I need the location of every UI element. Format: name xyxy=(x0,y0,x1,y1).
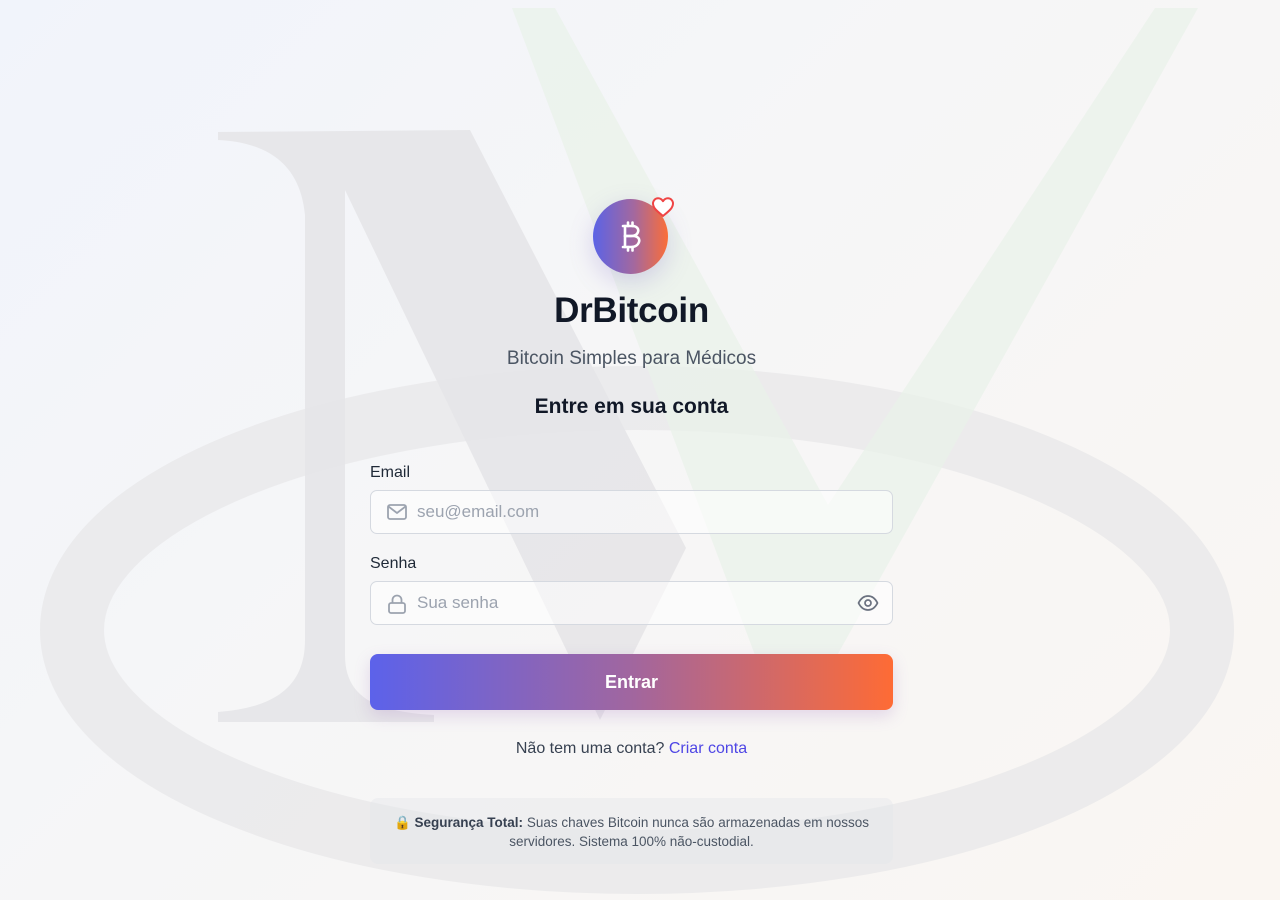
create-account-link[interactable]: Criar conta xyxy=(669,740,747,757)
bitcoin-icon xyxy=(621,221,641,252)
password-input[interactable] xyxy=(417,582,837,624)
eye-icon[interactable] xyxy=(857,593,879,613)
lock-icon xyxy=(388,594,406,614)
signup-prompt: Não tem uma conta? xyxy=(515,740,665,757)
brand-name: DrBitcoin xyxy=(554,291,709,330)
mail-icon xyxy=(387,504,407,520)
security-notice: 🔒 Segurança Total: Suas chaves Bitcoin n… xyxy=(370,798,893,864)
submit-button[interactable]: Entrar xyxy=(370,654,893,710)
heart-icon xyxy=(652,197,674,217)
background-watermark xyxy=(40,8,1234,894)
password-field-wrapper xyxy=(370,581,893,625)
brand-tagline: Bitcoin Simples para Médicos xyxy=(506,348,757,369)
security-text: Suas chaves Bitcoin nunca são armazenada… xyxy=(509,815,870,849)
lock-emoji-icon: 🔒 xyxy=(393,815,411,830)
password-label: Senha xyxy=(370,555,417,572)
email-label: Email xyxy=(370,464,411,481)
form-title: Entre em sua conta xyxy=(534,395,729,418)
email-field-wrapper xyxy=(370,490,893,534)
email-input[interactable] xyxy=(417,491,837,533)
security-title: Segurança Total: xyxy=(414,815,524,830)
signup-line: Não tem uma conta? Criar conta xyxy=(370,740,893,758)
